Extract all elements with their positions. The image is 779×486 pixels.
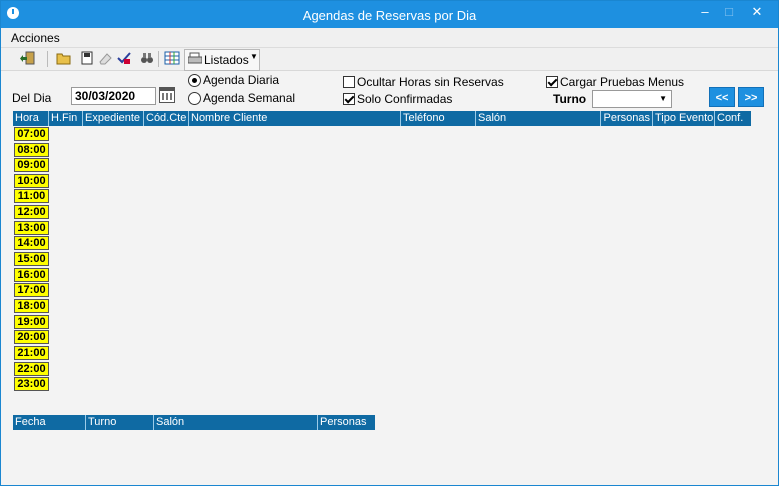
hour-cell[interactable]: 17:00 — [14, 283, 49, 297]
turno-label: Turno — [553, 92, 587, 106]
prev-day-button[interactable]: << — [709, 87, 735, 107]
chevron-down-icon: ▼ — [250, 52, 258, 61]
col-salon-detail[interactable]: Salón — [154, 415, 318, 430]
col-hora[interactable]: Hora — [13, 111, 49, 126]
toolbar-separator — [158, 51, 159, 67]
menu-bar: Acciones — [1, 28, 778, 48]
title-bar: Agendas de Reservas por Dia – □ ✕ — [1, 1, 778, 28]
ocultar-horas-checkbox[interactable] — [343, 76, 355, 88]
hour-cell[interactable]: 23:00 — [14, 377, 49, 391]
toolbar-separator — [47, 51, 48, 67]
agenda-semanal-radio[interactable] — [188, 92, 201, 105]
hour-cell[interactable]: 19:00 — [14, 315, 49, 329]
hour-cell[interactable]: 14:00 — [14, 236, 49, 250]
window-title: Agendas de Reservas por Dia — [302, 8, 477, 23]
col-expediente[interactable]: Expediente — [83, 111, 144, 126]
agenda-window: Agendas de Reservas por Dia – □ ✕ Accion… — [0, 0, 779, 486]
ocultar-horas-label: Ocultar Horas sin Reservas — [357, 75, 504, 89]
col-salon[interactable]: Salón — [476, 111, 601, 126]
hour-cell[interactable]: 22:00 — [14, 362, 49, 376]
agenda-diaria-label: Agenda Diaria — [203, 73, 280, 87]
next-day-button[interactable]: >> — [738, 87, 764, 107]
col-turno[interactable]: Turno — [86, 415, 154, 430]
agenda-diaria-radio[interactable] — [188, 74, 201, 87]
col-personas-detail[interactable]: Personas — [318, 415, 375, 430]
maximize-button[interactable]: □ — [718, 3, 740, 23]
hour-cell[interactable]: 10:00 — [14, 174, 49, 188]
col-telefono[interactable]: Teléfono — [401, 111, 476, 126]
agenda-semanal-label: Agenda Semanal — [203, 91, 296, 105]
close-button[interactable]: ✕ — [746, 3, 768, 23]
printer-icon — [187, 52, 203, 68]
hour-cell[interactable]: 07:00 — [14, 127, 49, 141]
col-personas[interactable]: Personas — [601, 111, 653, 126]
binoculars-icon[interactable] — [138, 50, 156, 68]
date-field[interactable]: 30/03/2020 — [71, 87, 156, 105]
col-conf[interactable]: Conf. — [715, 111, 751, 126]
hour-cell[interactable]: 11:00 — [14, 189, 49, 203]
eraser-icon[interactable] — [96, 50, 114, 68]
agenda-grid-header: Hora H.Fin Expediente Cód.Cte Nombre Cli… — [13, 111, 751, 126]
hour-cell[interactable]: 12:00 — [14, 205, 49, 219]
turno-select[interactable]: ▼ — [592, 90, 672, 108]
listados-label: Listados — [204, 53, 249, 67]
col-nombre-cliente[interactable]: Nombre Cliente — [189, 111, 401, 126]
menu-acciones[interactable]: Acciones — [11, 31, 60, 45]
calendar-icon[interactable] — [159, 87, 175, 103]
solo-confirmadas-label: Solo Confirmadas — [357, 92, 453, 106]
del-dia-label: Del Dia — [12, 91, 52, 105]
detail-grid-header: Fecha Turno Salón Personas — [13, 415, 375, 430]
col-cod-cte[interactable]: Cód.Cte — [144, 111, 189, 126]
cargar-pruebas-checkbox[interactable] — [546, 76, 558, 88]
chevron-down-icon: ▼ — [659, 94, 667, 103]
solo-confirmadas-checkbox[interactable] — [343, 93, 355, 105]
col-hfin[interactable]: H.Fin — [49, 111, 83, 126]
hour-cell[interactable]: 09:00 — [14, 158, 49, 172]
col-tipo-evento[interactable]: Tipo Evento — [653, 111, 715, 126]
exit-icon[interactable] — [19, 50, 37, 68]
grid-icon[interactable] — [163, 50, 181, 68]
hour-cell[interactable]: 18:00 — [14, 299, 49, 313]
hour-cell[interactable]: 20:00 — [14, 330, 49, 344]
toolbar: Listados ▼ — [1, 48, 778, 71]
cargar-pruebas-label: Cargar Pruebas Menus — [560, 75, 685, 89]
check-icon[interactable] — [115, 50, 133, 68]
hour-cell[interactable]: 13:00 — [14, 221, 49, 235]
hour-cell[interactable]: 08:00 — [14, 143, 49, 157]
minimize-button[interactable]: – — [694, 3, 716, 23]
open-folder-icon[interactable] — [55, 50, 73, 68]
col-fecha[interactable]: Fecha — [13, 415, 86, 430]
hour-cell[interactable]: 21:00 — [14, 346, 49, 360]
hour-cell[interactable]: 15:00 — [14, 252, 49, 266]
hour-cell[interactable]: 16:00 — [14, 268, 49, 282]
listados-dropdown[interactable]: Listados ▼ — [184, 49, 260, 71]
save-icon[interactable] — [78, 50, 96, 68]
